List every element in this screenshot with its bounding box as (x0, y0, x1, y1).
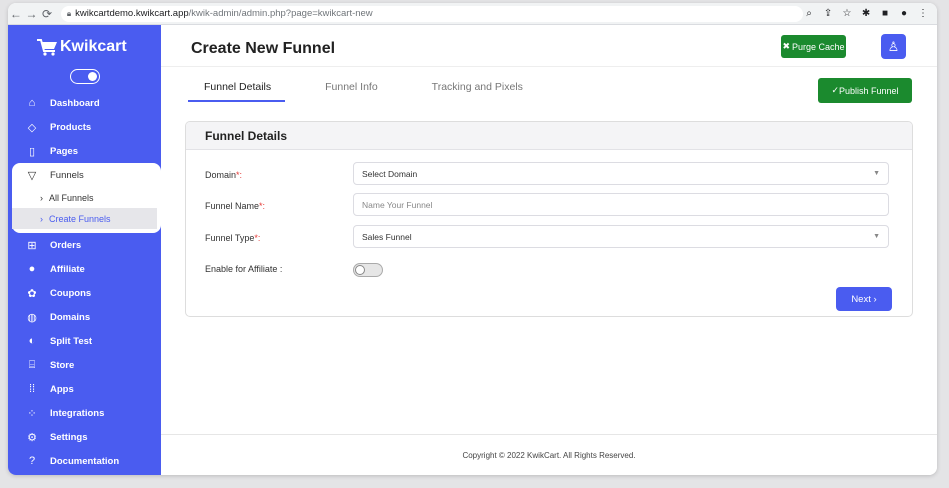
domain-label: Domain*: (205, 170, 243, 180)
funnel-details-card: Funnel Details Domain*: Select Domain ▼ F… (185, 121, 913, 317)
globe-icon: ◍ (27, 311, 37, 324)
grid-icon: ⁞⁞ (28, 383, 36, 395)
funnel-name-input[interactable]: Name Your Funnel (353, 193, 889, 216)
integrations-icon: ⁘ (27, 407, 37, 420)
chevron-right-icon: › (873, 293, 877, 305)
tab-tracking-pixels[interactable]: Tracking and Pixels (416, 81, 537, 102)
chevron-down-icon: ▼ (873, 170, 880, 177)
check-icon: ✓ (831, 85, 839, 95)
url-host: kwikcartdemo.kwikcart.app (75, 8, 189, 19)
address-bar[interactable]: 🔒︎ kwikcartdemo.kwikcart.app /kwik-admin… (60, 5, 804, 22)
sidebar-item-pages[interactable]: ▯ Pages (8, 139, 161, 163)
tab-funnel-details[interactable]: Funnel Details (188, 81, 286, 102)
domain-select[interactable]: Select Domain ▼ (353, 162, 889, 185)
brand-logo[interactable]: Kwikcart (36, 38, 127, 56)
sidebar-item-funnels[interactable]: ▽ Funnels (12, 163, 161, 187)
browser-toolbar: ← → ⟳ 🔒︎ kwikcartdemo.kwikcart.app /kwik… (8, 3, 937, 25)
funnels-group: ▽ Funnels › All Funnels › Create Funnels (12, 163, 161, 233)
sidebar-item-split-test[interactable]: ◐ Split Test (8, 329, 161, 353)
funnel-name-label: Funnel Name*: (205, 201, 266, 211)
affiliate-toggle[interactable] (353, 263, 383, 277)
sidebar-item-affiliate[interactable]: ● Affiliate (8, 257, 161, 281)
sidebar-item-products[interactable]: ◇ Products (8, 115, 161, 139)
chevron-down-icon: ▼ (873, 233, 880, 240)
tab-funnel-info[interactable]: Funnel Info (309, 81, 392, 102)
browser-window: ← → ⟳ 🔒︎ kwikcartdemo.kwikcart.app /kwik… (8, 3, 937, 475)
tools-icon: ✖ (782, 41, 790, 51)
sidebar-item-documentation[interactable]: ? Documentation (8, 449, 161, 473)
forward-icon[interactable]: → (24, 5, 40, 23)
funnel-icon: ▽ (27, 169, 37, 182)
page-icon: ▯ (28, 145, 36, 158)
sidebar-item-domains[interactable]: ◍ Domains (8, 305, 161, 329)
home-icon: ⌂ (28, 97, 36, 109)
top-header: Create New Funnel ✖ Purge Cache ♙ (161, 25, 937, 67)
sidebar-item-dashboard[interactable]: ⌂ Dashboard (8, 91, 161, 115)
split-icon: ◐ (28, 335, 36, 347)
funnel-type-label: Funnel Type*: (205, 233, 261, 243)
tag-icon: ◇ (27, 121, 37, 134)
sidebar-item-coupons[interactable]: ✿ Coupons (8, 281, 161, 305)
funnel-type-select[interactable]: Sales Funnel ▼ (353, 225, 889, 248)
user-icon: ♙ (887, 38, 900, 54)
brand-name: Kwikcart (60, 38, 127, 55)
sidebar-toggle[interactable] (70, 69, 100, 84)
extensions-icon[interactable]: ✱ (860, 8, 872, 19)
publish-funnel-button[interactable]: ✓ Publish Funnel (818, 78, 912, 103)
sidebar-item-store[interactable]: ⌸ Store (8, 353, 161, 377)
funnel-tabs: Funnel Details Funnel Info Tracking and … (188, 81, 561, 102)
affiliate-label: Enable for Affiliate : (205, 264, 283, 274)
star-icon[interactable]: ☆ (841, 8, 853, 19)
user-button[interactable]: ♙ (881, 34, 906, 59)
sidebar-sub-create-funnels[interactable]: › Create Funnels (12, 208, 157, 229)
purge-cache-button[interactable]: ✖ Purge Cache (781, 35, 846, 58)
store-icon: ⌸ (28, 358, 36, 371)
gear-icon: ⚙ (27, 431, 37, 444)
cart-icon (37, 39, 57, 56)
share-icon[interactable]: ⇪ (822, 8, 834, 19)
back-icon[interactable]: ← (8, 5, 24, 23)
profile-icon[interactable]: ● (898, 8, 910, 19)
sidebar: Kwikcart ⌂ Dashboard ◇ Products ▯ Pages ▽ Fu… (8, 25, 161, 475)
sidebar-item-apps[interactable]: ⁞⁞ Apps (8, 377, 161, 401)
footer-copyright: Copyright © 2022 KwikCart. All Rights Re… (161, 434, 937, 475)
sidebar-item-orders[interactable]: ⊞ Orders (8, 233, 161, 257)
url-path: /kwik-admin/admin.php?page=kwikcart-new (188, 8, 373, 19)
sidepanel-icon[interactable]: ■ (879, 8, 891, 19)
next-button[interactable]: Next › (836, 287, 892, 311)
reload-icon[interactable]: ⟳ (39, 5, 55, 23)
zoom-icon[interactable]: ⌕ (803, 8, 815, 19)
sidebar-item-settings[interactable]: ⚙ Settings (8, 425, 161, 449)
page-title: Create New Funnel (191, 40, 336, 57)
coupon-icon: ✿ (27, 287, 37, 300)
menu-icon[interactable]: ⋮ (917, 8, 929, 19)
affiliate-icon: ● (28, 263, 36, 275)
orders-icon: ⊞ (27, 239, 37, 252)
sidebar-item-integrations[interactable]: ⁘ Integrations (8, 401, 161, 425)
card-title: Funnel Details (186, 122, 912, 150)
sidebar-sub-all-funnels[interactable]: › All Funnels (12, 187, 161, 208)
lock-icon: 🔒︎ (66, 8, 72, 18)
question-icon: ? (28, 455, 36, 467)
